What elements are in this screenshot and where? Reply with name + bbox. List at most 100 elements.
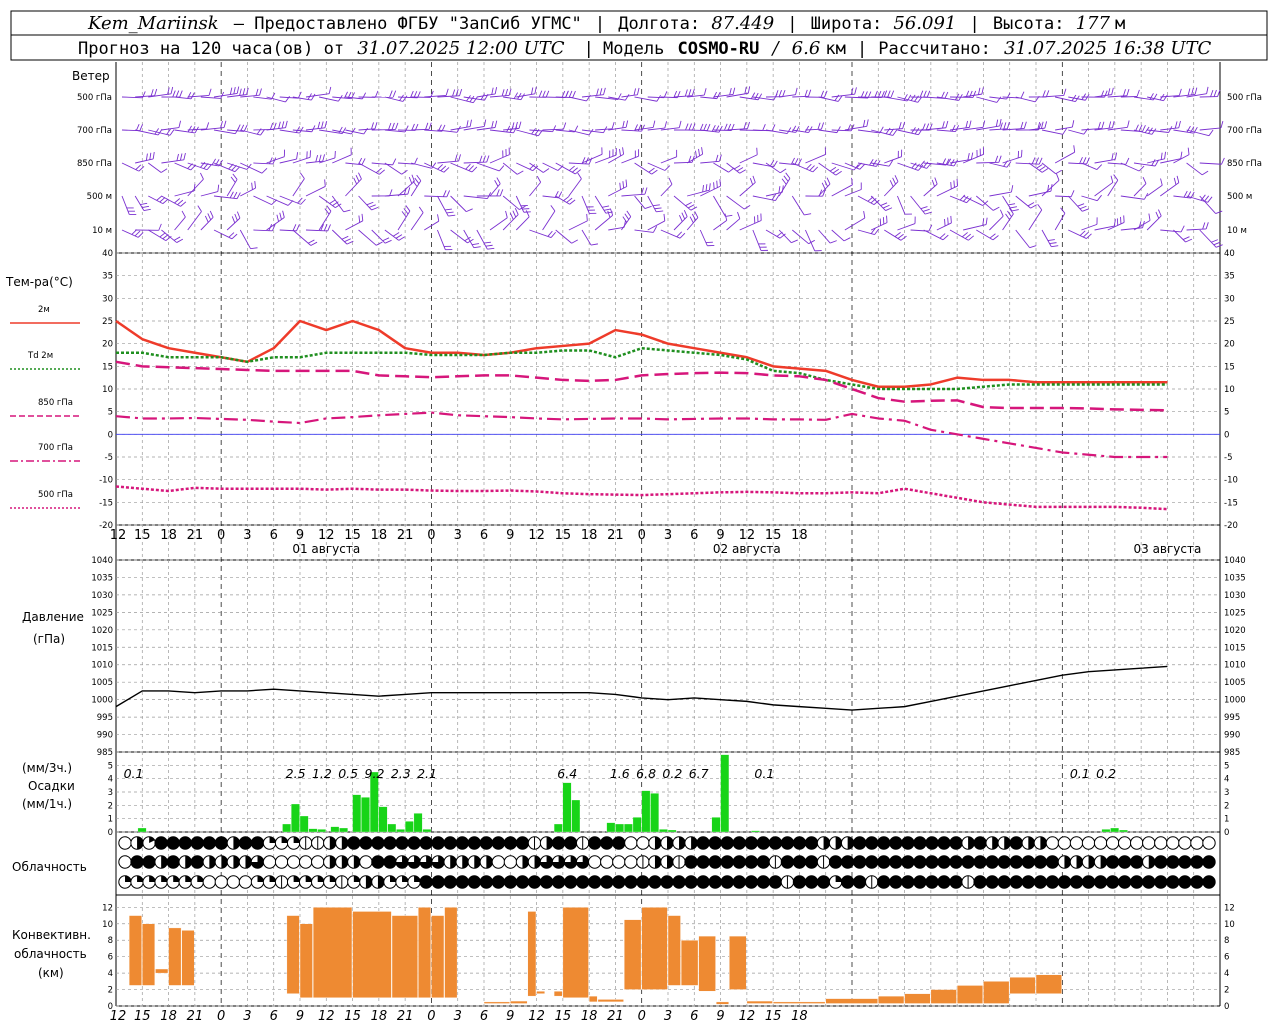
- wind-barb-shaft: [962, 195, 983, 206]
- wind-barb-feather: [468, 165, 474, 171]
- wind-barb-shaft: [1068, 129, 1084, 135]
- cloud-cover-symbol: [335, 875, 349, 889]
- wind-barb: [949, 90, 977, 98]
- wind-barb-shaft: [411, 162, 432, 169]
- wind-barb-feather: [794, 158, 799, 165]
- hour-tick-label-temp: 9: [296, 528, 304, 543]
- wind-barb-feather: [820, 90, 825, 98]
- wind-barb-feather: [1086, 157, 1090, 165]
- wind-barb-shaft: [1002, 156, 1022, 164]
- wind-barb-feather: [145, 153, 148, 161]
- hour-tick-label-bottom: 12: [739, 1009, 756, 1024]
- wind-barb-feather: [656, 95, 662, 102]
- wind-barb-feather: [1187, 147, 1190, 155]
- cloud-cover-symbol: [226, 875, 241, 889]
- wind-barb: [857, 227, 880, 236]
- cloud-cover-symbol: [202, 855, 217, 869]
- wind-barb-feather: [599, 88, 603, 96]
- wind-barb-feather: [688, 123, 692, 131]
- wind-barb-feather: [358, 172, 362, 180]
- wind-barb: [200, 91, 225, 99]
- cloud-cover-circle: [1130, 875, 1144, 889]
- wind-barb-feather: [175, 90, 180, 98]
- wind-barb: [437, 154, 461, 164]
- pressure-y-tick-right: 1035: [1224, 573, 1246, 583]
- wind-barb: [305, 224, 331, 232]
- cloud-cover-symbol: [588, 875, 602, 889]
- wind-barb-feather: [965, 120, 969, 128]
- wind-barb-shaft: [568, 178, 582, 197]
- wind-barb: [765, 185, 784, 197]
- cloud-cover-fill: [137, 875, 144, 882]
- cloud-cover-circle: [949, 836, 963, 850]
- cloud-cover-symbol: [696, 855, 710, 869]
- wind-barb-feather: [747, 86, 751, 94]
- cloud-cover-fill: [1088, 855, 1095, 869]
- wind-barb-feather: [378, 169, 385, 175]
- wind-barb-feather: [482, 155, 486, 163]
- cloud-cover-symbol: [431, 875, 445, 889]
- wind-barb: [371, 229, 392, 244]
- wind-barb-feather: [750, 92, 756, 99]
- cloud-cover-fill: [968, 836, 975, 850]
- wind-barb-shaft: [1186, 228, 1207, 231]
- conv-bar: [1035, 974, 1062, 994]
- wind-barb-shaft: [1133, 183, 1147, 197]
- cloud-cover-circle: [744, 855, 759, 869]
- wind-barb-shaft: [174, 216, 186, 231]
- wind-barb-feather: [1113, 219, 1116, 227]
- cloud-cover-symbol: [660, 836, 674, 850]
- wind-barb-shaft: [1068, 229, 1087, 239]
- cloud-cover-fill: [1028, 836, 1035, 850]
- conv-bar: [825, 998, 878, 1004]
- wind-barb-feather: [1205, 222, 1209, 230]
- wind-barb: [1147, 151, 1166, 164]
- wind-barb-feather: [690, 206, 698, 211]
- wind-barb-shaft: [450, 195, 467, 212]
- wind-barb-feather: [1077, 203, 1085, 207]
- cloud-cover-symbol: [1105, 875, 1120, 889]
- wind-barb-feather: [931, 179, 935, 187]
- temp-y-ticks: -20 -20-15 -15-10 -10-5 -50 05 510 1015 1520 2025…: [99, 249, 1238, 531]
- wind-barb-feather: [806, 163, 812, 170]
- conv-bar: [715, 1001, 729, 1005]
- cloud-cover-circle: [515, 836, 530, 850]
- hour-tick-label-bottom: 6: [690, 1009, 698, 1024]
- wind-barb-feather: [392, 232, 400, 237]
- conv-bar: [312, 907, 353, 998]
- wind-barb-feather: [1191, 87, 1194, 95]
- wind-barb-feather: [762, 123, 766, 131]
- conv-y-tick-left: 12: [102, 903, 113, 913]
- cloud-cover-fill: [522, 855, 529, 869]
- wind-barb-feather: [747, 121, 751, 129]
- cloud-cover-circle: [395, 836, 409, 850]
- wind-barb: [187, 122, 210, 131]
- wind-barb-feather: [473, 246, 481, 249]
- wind-barb-shaft: [936, 222, 952, 231]
- wind-barb-feather: [812, 166, 819, 173]
- wind-barb-feather: [1142, 125, 1146, 132]
- cloud-cover-symbol: [1142, 855, 1156, 869]
- wind-barb: [305, 179, 326, 197]
- wind-barb-feather: [250, 247, 258, 250]
- cloud-cover-symbol: [756, 875, 771, 889]
- wind-barb: [542, 162, 564, 171]
- wind-barb-feather: [706, 123, 711, 131]
- cloud-cover-symbol: [130, 875, 144, 889]
- cloud-cover-symbol: [744, 875, 759, 889]
- hour-tick-label-temp: 0: [217, 528, 225, 543]
- wind-barb-feather: [892, 129, 898, 136]
- cloud-cover-symbol: [190, 875, 204, 889]
- pressure-y-tick-left: 1020: [91, 626, 113, 636]
- wind-barb-feather: [1220, 121, 1224, 129]
- cloud-cover-symbol: [1045, 855, 1060, 869]
- wind-barb-shaft: [135, 158, 154, 164]
- wind-barb-shaft: [805, 229, 816, 252]
- cloud-cover-symbol: [274, 875, 289, 889]
- cloud-cover-symbol: [816, 836, 831, 850]
- cloud-cover-circle: [612, 855, 626, 869]
- cloud-cover-circle: [901, 875, 915, 889]
- wind-barb-feather: [780, 168, 787, 174]
- wind-barb: [779, 125, 800, 133]
- wind-barb-feather: [902, 121, 906, 129]
